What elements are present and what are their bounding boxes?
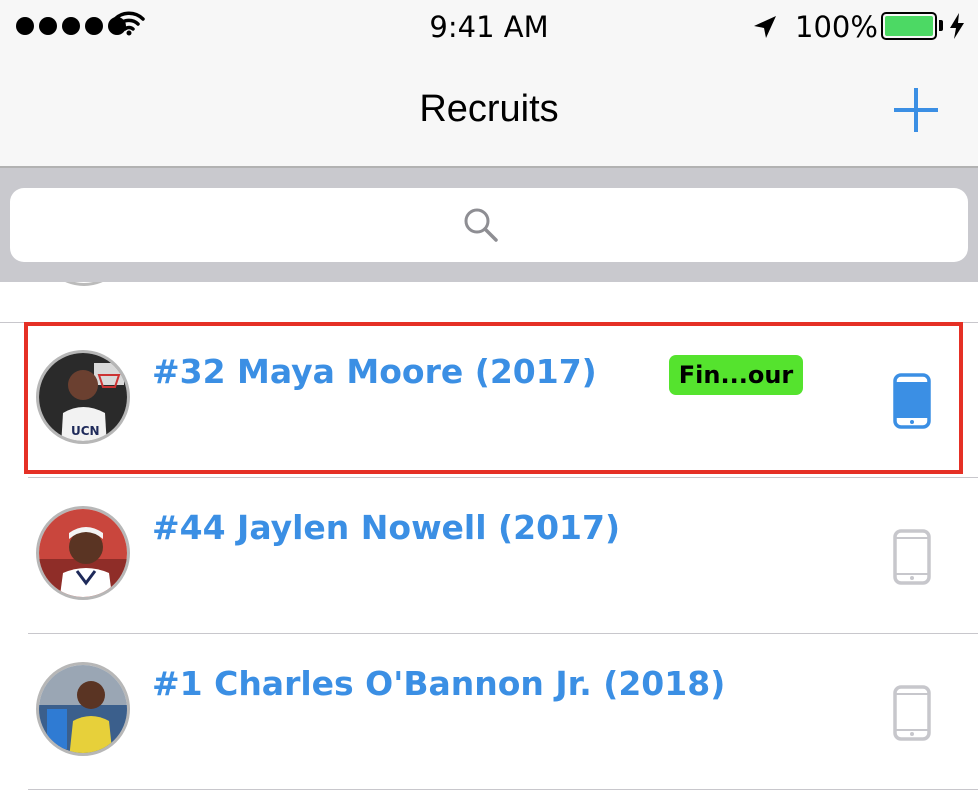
avatar: UCN (36, 350, 130, 444)
location-arrow-icon (754, 16, 776, 38)
plus-icon (894, 88, 938, 132)
recruit-name: #1 Charles O'Bannon Jr. (2018) (152, 664, 726, 703)
recruit-row-jaylen-nowell[interactable]: #44 Jaylen Nowell (2017) (0, 478, 978, 634)
battery-percent: 100% (795, 10, 878, 44)
recruit-name: #44 Jaylen Nowell (2017) (152, 508, 621, 547)
phone-icon[interactable] (893, 685, 931, 741)
page-title: Recruits (419, 88, 559, 130)
recruit-row-charles-obannon[interactable]: #1 Charles O'Bannon Jr. (2018) (0, 634, 978, 790)
search-input[interactable] (10, 188, 968, 262)
status-bar: 9:41 AM 100% (0, 0, 978, 56)
avatar (36, 506, 130, 600)
status-badge: Fin...our (669, 355, 803, 395)
svg-text:UCN: UCN (71, 424, 100, 438)
avatar (38, 282, 130, 286)
avatar (36, 662, 130, 756)
search-bar (0, 168, 978, 282)
list-item[interactable] (0, 282, 978, 323)
phone-icon[interactable] (893, 373, 931, 429)
recruit-list: UCN #32 Maya Moore (2017) Fin...our #44 … (0, 282, 978, 792)
battery-tip (939, 20, 943, 31)
recruit-row-maya-moore[interactable]: UCN #32 Maya Moore (2017) Fin...our (0, 322, 978, 478)
battery-level (885, 16, 933, 36)
navigation-bar: Recruits (0, 56, 978, 168)
battery-icon (881, 12, 937, 40)
phone-icon[interactable] (893, 529, 931, 585)
add-recruit-button[interactable] (888, 82, 944, 138)
recruit-name: #32 Maya Moore (2017) (152, 352, 597, 391)
charging-bolt-icon (950, 13, 964, 39)
